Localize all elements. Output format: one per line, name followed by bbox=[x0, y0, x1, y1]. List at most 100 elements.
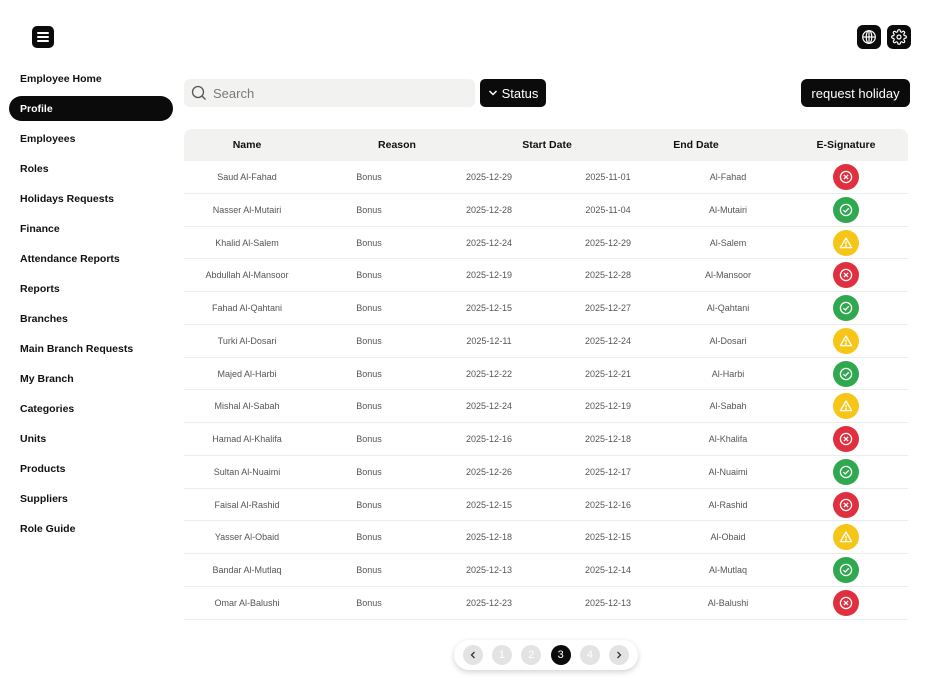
e-signature-status-approved[interactable] bbox=[833, 360, 859, 387]
cell-start-date: 2025-12-29 bbox=[465, 172, 513, 182]
menu-button[interactable] bbox=[32, 26, 54, 48]
language-button[interactable] bbox=[857, 25, 881, 49]
cell-reason: Bonus bbox=[356, 270, 382, 281]
table-body: Saud Al-Fahad Bonus 2025-12-29 2025-11-01 Al… bbox=[184, 161, 908, 620]
sidebar-item-finance[interactable]: Finance bbox=[9, 216, 173, 241]
cell-end-date: 2025-12-13 bbox=[584, 597, 632, 608]
prev-page-button[interactable] bbox=[462, 645, 483, 665]
e-signature-status-pending[interactable] bbox=[833, 229, 859, 256]
cell-surname: Al-Sabah bbox=[709, 401, 747, 412]
cell-start-date: 2025-12-15 bbox=[465, 499, 513, 510]
sidebar-item-employee-home[interactable]: Employee Home bbox=[9, 66, 173, 91]
cell-name: Saud Al-Fahad bbox=[217, 172, 277, 182]
cell-surname: Al-Mutairi bbox=[708, 204, 748, 215]
sidebar-item-suppliers[interactable]: Suppliers bbox=[9, 486, 173, 511]
e-signature-status-rejected[interactable] bbox=[833, 426, 859, 452]
e-signature-status-approved[interactable] bbox=[833, 295, 859, 321]
e-signature-status-rejected[interactable] bbox=[833, 589, 859, 616]
warning-triangle-icon bbox=[839, 236, 853, 248]
cell-surname: Al-Salem bbox=[709, 237, 747, 248]
page-button-4[interactable]: 4 bbox=[579, 645, 600, 665]
sidebar-item-attendance-reports[interactable]: Attendance Reports bbox=[9, 246, 173, 271]
cell-start-date: 2025-12-19 bbox=[465, 270, 513, 281]
page-button-3[interactable]: 3 bbox=[550, 645, 571, 665]
page-button-1[interactable]: 1 bbox=[491, 645, 512, 665]
cell-surname: Al-Khalifa bbox=[708, 434, 748, 444]
sidebar-item-roles[interactable]: Roles bbox=[9, 156, 173, 181]
header-name: Name bbox=[232, 139, 262, 151]
next-page-button[interactable] bbox=[609, 645, 630, 665]
sidebar-item-employees[interactable]: Employees bbox=[9, 126, 173, 151]
e-signature-status-approved[interactable] bbox=[833, 557, 859, 583]
search-input[interactable] bbox=[213, 85, 463, 101]
cell-reason: Bonus bbox=[356, 303, 382, 313]
search-box[interactable] bbox=[184, 79, 475, 107]
sidebar-item-reports[interactable]: Reports bbox=[9, 276, 173, 301]
table-row: Saud Al-Fahad Bonus 2025-12-29 2025-11-01 Al… bbox=[184, 161, 908, 194]
e-signature-status-pending[interactable] bbox=[833, 327, 859, 354]
cell-start-date: 2025-12-23 bbox=[465, 597, 513, 608]
sidebar-item-my-branch[interactable]: My Branch bbox=[9, 366, 173, 391]
cell-reason: Bonus bbox=[356, 532, 382, 543]
status-filter-label: Status bbox=[501, 85, 539, 101]
table-row: Yasser Al-Obaid Bonus 2025-12-18 2025-12-15… bbox=[184, 521, 908, 554]
check-circle-icon bbox=[839, 367, 853, 380]
cell-reason: Bonus bbox=[356, 597, 382, 608]
e-signature-status-rejected[interactable] bbox=[833, 262, 859, 289]
x-circle-icon bbox=[839, 432, 853, 446]
table-row: Omar Al-Balushi Bonus 2025-12-23 2025-12-13… bbox=[184, 587, 908, 620]
sidebar-item-holidays-requests[interactable]: Holidays Requests bbox=[9, 186, 173, 211]
e-signature-status-pending[interactable] bbox=[833, 524, 859, 551]
e-signature-status-rejected[interactable] bbox=[833, 164, 859, 190]
status-filter-button[interactable]: Status bbox=[480, 79, 546, 107]
cell-reason: Bonus bbox=[356, 368, 382, 379]
check-circle-icon bbox=[839, 301, 853, 315]
header-reason: Reason bbox=[378, 139, 416, 151]
cell-start-date: 2025-12-15 bbox=[465, 303, 513, 313]
cell-end-date: 2025-12-18 bbox=[584, 434, 632, 444]
table-header: Name Reason Start Date End Date E-Signat… bbox=[184, 129, 908, 161]
cell-name: Khalid Al-Salem bbox=[215, 237, 279, 248]
cell-reason: Bonus bbox=[356, 565, 382, 575]
e-signature-status-pending[interactable] bbox=[833, 393, 859, 420]
page-button-2[interactable]: 2 bbox=[521, 645, 542, 665]
settings-button[interactable] bbox=[887, 25, 911, 49]
sidebar-item-branches[interactable]: Branches bbox=[9, 306, 173, 331]
cell-end-date: 2025-11-04 bbox=[585, 204, 631, 215]
table-row: Mishal Al-Sabah Bonus 2025-12-24 2025-12-19… bbox=[184, 390, 908, 423]
cell-end-date: 2025-12-28 bbox=[584, 270, 632, 281]
table-row: Bandar Al-Mutlaq Bonus 2025-12-13 2025-12-1… bbox=[184, 554, 908, 587]
x-circle-icon bbox=[839, 170, 853, 184]
sidebar-item-role-guide[interactable]: Role Guide bbox=[9, 516, 173, 541]
cell-start-date: 2025-12-26 bbox=[465, 466, 513, 477]
sidebar-item-units[interactable]: Units bbox=[9, 426, 173, 451]
request-holiday-button[interactable]: request holiday bbox=[801, 79, 910, 107]
cell-reason: Bonus bbox=[356, 401, 382, 412]
e-signature-status-rejected[interactable] bbox=[833, 491, 859, 518]
sidebar-item-products[interactable]: Products bbox=[9, 456, 173, 481]
cell-start-date: 2025-12-11 bbox=[466, 335, 512, 346]
sidebar-item-profile[interactable]: Profile bbox=[9, 96, 173, 121]
cell-reason: Bonus bbox=[356, 172, 382, 182]
cell-end-date: 2025-12-14 bbox=[584, 565, 632, 575]
cell-start-date: 2025-12-18 bbox=[465, 532, 513, 543]
cell-start-date: 2025-12-22 bbox=[465, 368, 513, 379]
cell-surname: Al-Harbi bbox=[711, 368, 745, 379]
sidebar-item-categories[interactable]: Categories bbox=[9, 396, 173, 421]
sidebar-item-main-branch-requests[interactable]: Main Branch Requests bbox=[9, 336, 173, 361]
cell-end-date: 2025-12-17 bbox=[584, 466, 632, 477]
cell-end-date: 2025-12-16 bbox=[584, 499, 632, 510]
table-row: Hamad Al-Khalifa Bonus 2025-12-16 2025-12-1… bbox=[184, 423, 908, 456]
cell-end-date: 2025-12-24 bbox=[584, 335, 632, 346]
x-circle-icon bbox=[839, 498, 853, 511]
warning-triangle-icon bbox=[839, 531, 853, 543]
e-signature-status-approved[interactable] bbox=[833, 458, 859, 485]
chevron-left-icon bbox=[470, 651, 475, 659]
cell-name: Majed Al-Harbi bbox=[217, 368, 277, 379]
cell-surname: Al-Dosari bbox=[709, 335, 747, 346]
cell-name: Faisal Al-Rashid bbox=[214, 499, 280, 510]
e-signature-status-approved[interactable] bbox=[833, 196, 859, 223]
cell-name: Mishal Al-Sabah bbox=[214, 401, 280, 412]
table-row: Majed Al-Harbi Bonus 2025-12-22 2025-12-21 A… bbox=[184, 358, 908, 391]
cell-reason: Bonus bbox=[356, 499, 382, 510]
